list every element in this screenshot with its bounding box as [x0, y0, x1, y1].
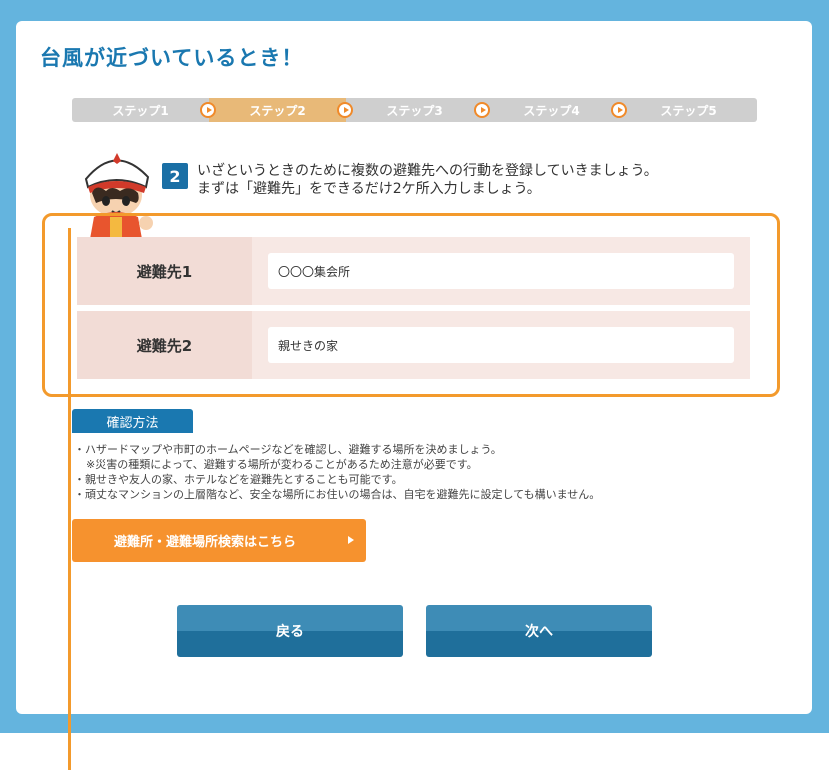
step-number-badge: 2 — [162, 163, 188, 189]
step-3: ステップ3 — [346, 98, 483, 122]
note-item: ・頑丈なマンションの上層階など、安全な場所にお住いの場合は、自宅を避難先に設定し… — [74, 488, 601, 501]
shelter-search-label: 避難所・避難場所検索はこちら — [114, 535, 297, 550]
form-row-destination-1: 避難先1 — [77, 237, 750, 305]
form-row-destination-2: 避難先2 — [77, 311, 750, 379]
confirm-method-tab: 確認方法 — [72, 409, 193, 433]
step-4: ステップ4 — [483, 98, 620, 122]
shelter-search-button[interactable]: 避難所・避難場所検索はこちら — [72, 519, 366, 562]
instruction-line-2: まずは「避難先」をできるだけ2ケ所入力しましょう。 — [197, 181, 541, 197]
note-item: ※災害の種類によって、避難する場所が変わることがあるため注意が必要です。 — [86, 458, 478, 471]
destination-2-input[interactable] — [268, 327, 734, 363]
step-5: ステップ5 — [620, 98, 757, 122]
step-arrow-icon — [474, 102, 490, 118]
step-progress-bar: ステップ1 ステップ2 ステップ3 ステップ4 ステップ5 — [72, 98, 757, 122]
note-item: ・親せきや友人の家、ホテルなどを避難先とすることも可能です。 — [74, 473, 403, 486]
note-item: ・ハザードマップや市町のホームページなどを確認し、避難する場所を決めましょう。 — [74, 443, 502, 456]
confirm-notes: ・ハザードマップや市町のホームページなどを確認し、避難する場所を決めましょう。 … — [74, 442, 600, 502]
destination-1-input[interactable] — [268, 253, 734, 289]
next-button[interactable]: 次へ — [426, 605, 652, 657]
step-arrow-icon — [200, 102, 216, 118]
page-title: 台風が近づいているとき！ — [40, 46, 304, 70]
step-arrow-icon — [611, 102, 627, 118]
arrow-right-icon — [348, 536, 354, 544]
instruction-line-1: いざというときのために複数の避難先への行動を登録していきましょう。 — [197, 163, 658, 179]
step-1: ステップ1 — [72, 98, 209, 122]
back-button[interactable]: 戻る — [177, 605, 403, 657]
step-arrow-icon — [337, 102, 353, 118]
step-2-current: ステップ2 — [209, 98, 346, 122]
destination-1-label: 避難先1 — [77, 237, 252, 305]
instruction-text: いざというときのために複数の避難先への行動を登録していきましょう。 まずは「避難… — [197, 162, 658, 198]
destination-2-label: 避難先2 — [77, 311, 252, 379]
